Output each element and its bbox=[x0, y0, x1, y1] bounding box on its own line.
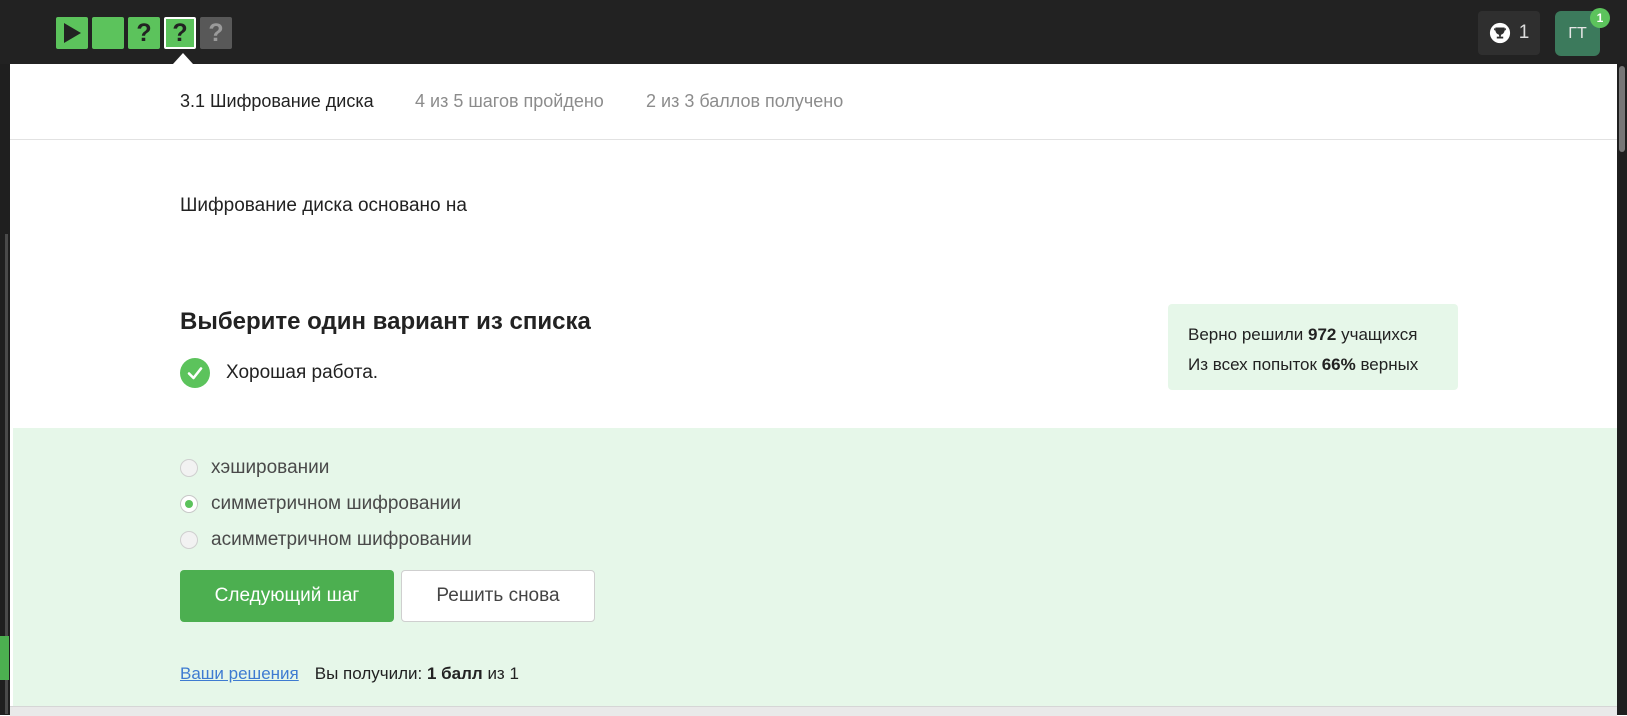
radio-checked[interactable] bbox=[180, 495, 198, 513]
step-2-text[interactable] bbox=[92, 17, 124, 49]
avatar-initials: ГТ bbox=[1568, 24, 1587, 42]
notification-badge: 1 bbox=[1590, 8, 1610, 28]
question-text: Шифрование диска основано на bbox=[180, 195, 467, 216]
solved-stat: Верно решили 972 учащихся bbox=[1188, 320, 1438, 350]
step-navigator: ? ? ? bbox=[56, 17, 232, 49]
option-label: хэшировании bbox=[211, 457, 330, 478]
next-step-button[interactable]: Следующий шаг bbox=[180, 570, 394, 622]
radio-unchecked[interactable] bbox=[180, 531, 198, 549]
score-suffix: из 1 bbox=[487, 664, 519, 683]
solve-again-button[interactable]: Решить снова bbox=[401, 570, 595, 622]
sidebar-toggle[interactable] bbox=[0, 636, 9, 680]
achievements-count: 1 bbox=[1518, 22, 1530, 43]
feedback-text: Хорошая работа. bbox=[226, 362, 379, 383]
achievements-button[interactable]: 1 bbox=[1478, 11, 1540, 55]
solve-stats-panel: Верно решили 972 учащихся Из всех попыто… bbox=[1168, 304, 1458, 390]
check-circle-icon bbox=[180, 358, 210, 388]
attempts-stat: Из всех попыток 66% верных bbox=[1188, 350, 1438, 380]
solved-suffix: учащихся bbox=[1341, 325, 1418, 344]
quiz-instruction: Выберите один вариант из списка bbox=[180, 308, 591, 335]
step-3-quiz[interactable]: ? bbox=[128, 17, 160, 49]
option-label: асимметричном шифровании bbox=[211, 529, 472, 550]
option-label: симметричном шифровании bbox=[211, 493, 462, 514]
scrollbar[interactable] bbox=[1617, 64, 1627, 715]
trophy-icon bbox=[1489, 22, 1510, 44]
current-step-pointer bbox=[173, 53, 193, 64]
step-5-quiz[interactable]: ? bbox=[200, 17, 232, 49]
submission-footer: Ваши решения Вы получили: 1 балл из 1 bbox=[180, 664, 519, 684]
score-result: Вы получили: 1 балл из 1 bbox=[315, 664, 519, 684]
step-4-quiz-current[interactable]: ? bbox=[164, 17, 196, 49]
attempts-percent: 66% bbox=[1321, 355, 1356, 374]
option-hashing[interactable]: хэшировании bbox=[180, 450, 472, 486]
question-mark-icon: ? bbox=[172, 18, 188, 47]
answer-options: хэшировании симметричном шифровании асим… bbox=[180, 450, 472, 558]
step-1-video[interactable] bbox=[56, 17, 88, 49]
play-icon bbox=[64, 23, 81, 43]
option-symmetric[interactable]: симметричном шифровании bbox=[180, 486, 472, 522]
question-mark-icon: ? bbox=[208, 18, 224, 47]
radio-dot bbox=[185, 500, 193, 508]
your-solutions-link[interactable]: Ваши решения bbox=[180, 664, 299, 684]
score-prefix: Вы получили: bbox=[314, 664, 423, 683]
option-asymmetric[interactable]: асимметричном шифровании bbox=[180, 522, 472, 558]
attempts-suffix: верных bbox=[1360, 355, 1419, 374]
radio-unchecked[interactable] bbox=[180, 459, 198, 477]
question-mark-icon: ? bbox=[136, 18, 152, 47]
top-navigation-bar: ? ? ? 1 ГТ 1 bbox=[0, 0, 1627, 64]
feedback-message: Хорошая работа. bbox=[180, 358, 378, 388]
scrollbar-thumb[interactable] bbox=[1619, 66, 1625, 152]
steps-progress: 4 из 5 шагов пройдено bbox=[415, 91, 604, 111]
solved-count: 972 bbox=[1308, 325, 1337, 344]
left-sidebar-edge bbox=[0, 64, 10, 715]
lesson-header: 3.1 Шифрование диска 4 из 5 шагов пройде… bbox=[10, 64, 1617, 140]
score-value: 1 балл bbox=[426, 664, 483, 683]
lesson-title[interactable]: 3.1 Шифрование диска bbox=[180, 91, 374, 112]
solved-prefix: Верно решили bbox=[1188, 325, 1304, 344]
attempts-prefix: Из всех попыток bbox=[1188, 355, 1317, 374]
score-progress: 2 из 3 баллов получено bbox=[646, 91, 844, 111]
